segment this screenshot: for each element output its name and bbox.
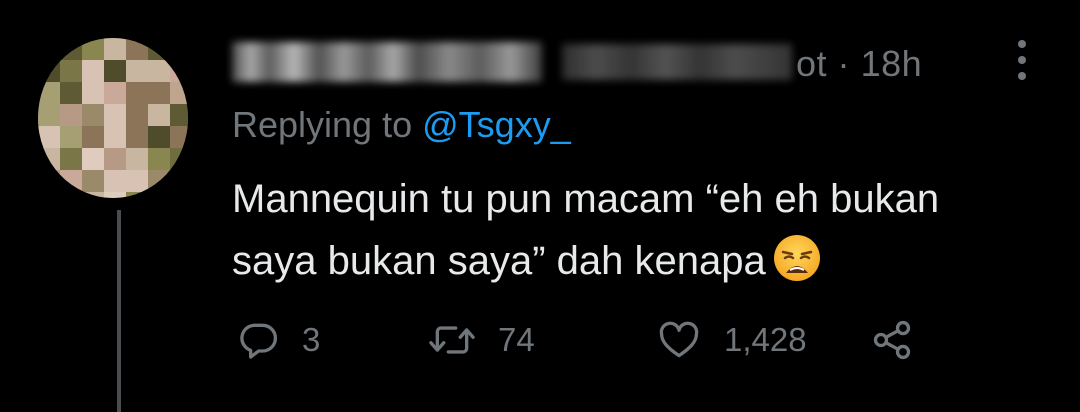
heart-icon <box>659 321 699 358</box>
weary-face-emoji-icon <box>773 235 820 281</box>
tweet-text-line-1: Mannequin tu pun macam “eh eh bukan <box>232 177 940 221</box>
handle-and-timestamp: ot · 18h <box>796 42 922 86</box>
author-handle-blurred[interactable] <box>562 44 792 80</box>
tweet-header: ot · 18h <box>232 38 992 88</box>
like-count: 1,428 <box>724 321 807 358</box>
more-dots-vertical-icon[interactable] <box>1012 40 1032 80</box>
handle-tail: ot <box>796 43 828 84</box>
timestamp[interactable]: 18h <box>861 43 923 84</box>
tweet[interactable]: ot · 18h Replying to @Tsgxy_ Mannequin t… <box>0 0 1080 412</box>
tweet-actions: 3 74 1,428 <box>232 312 992 368</box>
retweet-count: 74 <box>498 321 535 358</box>
reply-button[interactable]: 3 <box>236 312 320 368</box>
separator-dot: · <box>837 43 851 84</box>
replying-to: Replying to @Tsgxy_ <box>232 102 571 148</box>
mention-link[interactable]: @Tsgxy_ <box>422 104 571 145</box>
tweet-text: Mannequin tu pun macam “eh eh bukan saya… <box>232 168 1052 292</box>
reply-count: 3 <box>302 321 321 358</box>
like-button[interactable]: 1,428 <box>656 312 807 368</box>
tweet-text-line-2-text: saya bukan saya” dah kenapa <box>232 239 766 283</box>
author-name-blurred[interactable] <box>232 42 542 82</box>
share-icon <box>873 320 911 360</box>
retweet-button[interactable]: 74 <box>428 312 535 368</box>
tweet-text-line-2: saya bukan saya” dah kenapa <box>232 230 1052 292</box>
share-button[interactable] <box>870 312 914 368</box>
reply-bubble-icon <box>240 323 278 359</box>
thread-line <box>117 210 121 412</box>
retweet-icon <box>429 326 475 354</box>
avatar[interactable] <box>38 38 188 198</box>
replying-label: Replying to <box>232 104 413 145</box>
